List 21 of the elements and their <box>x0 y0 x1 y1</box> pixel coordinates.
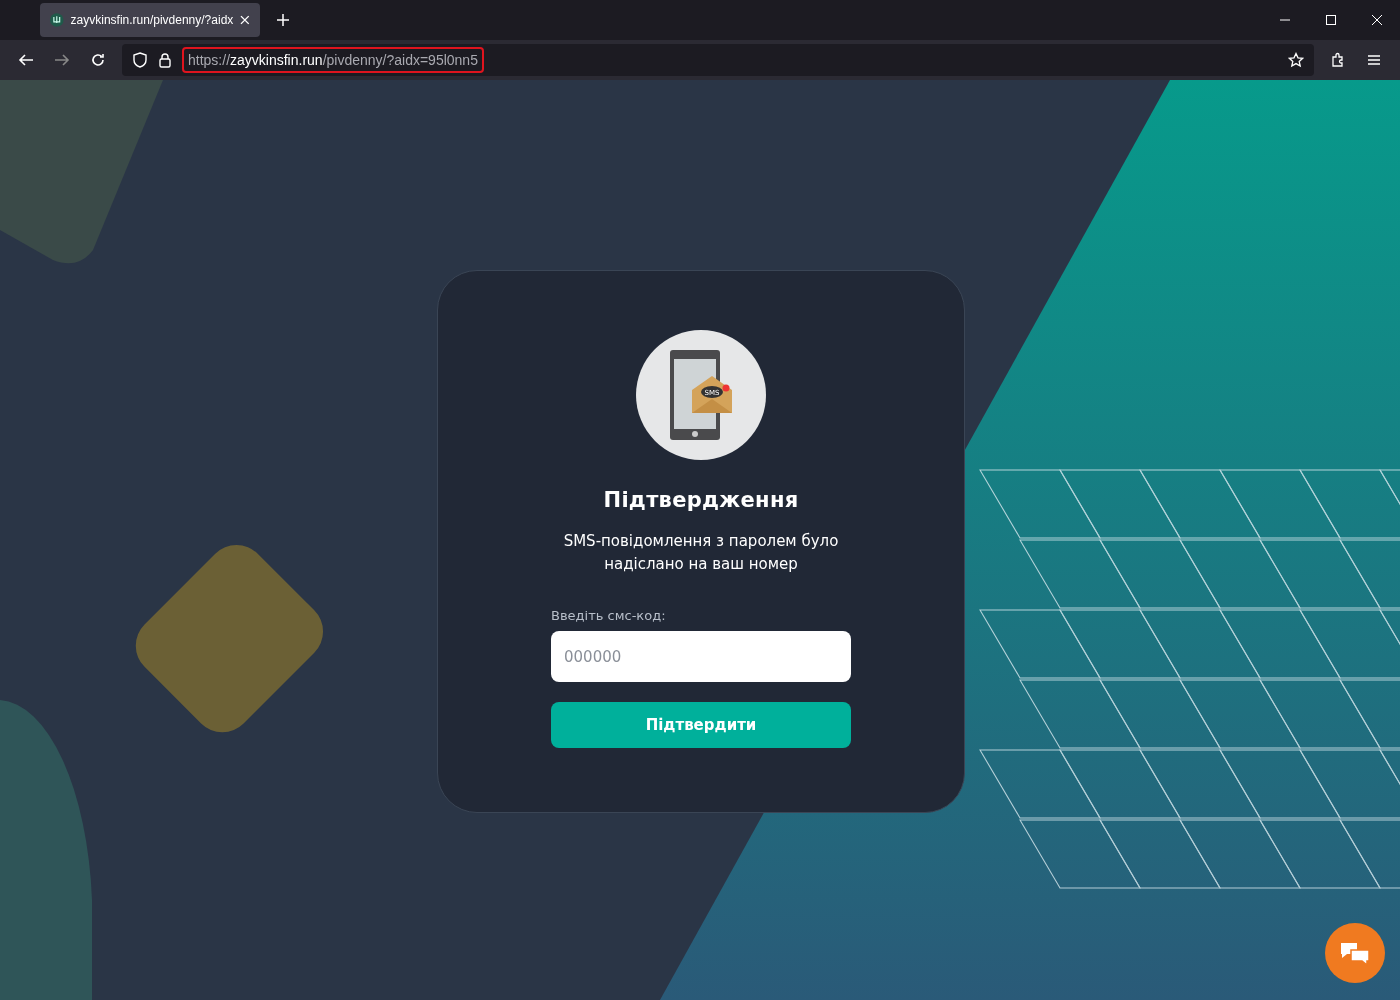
new-tab-icon[interactable] <box>276 13 290 27</box>
field-label: Введіть смс-код: <box>551 608 667 623</box>
close-icon[interactable] <box>1371 14 1383 26</box>
trident-icon <box>50 13 64 27</box>
star-icon[interactable] <box>1288 52 1304 68</box>
forward-arrow-icon[interactable] <box>54 52 70 68</box>
menu-icon[interactable] <box>1366 52 1382 68</box>
puzzle-icon[interactable] <box>1330 52 1346 68</box>
browser-tab[interactable]: zayvkinsfin.run/pivdenny/?aidx <box>40 3 260 37</box>
maximize-icon[interactable] <box>1325 14 1337 26</box>
tab-title: zayvkinsfin.run/pivdenny/?aidx <box>70 13 234 27</box>
shield-icon <box>132 52 148 68</box>
message-text: SMS-повідомлення з паролем було надіслано на ваш номер <box>562 531 840 575</box>
title: Підтвердження <box>603 488 799 512</box>
url-text: https://zayvkinsfin.run/pivdenny/?aidx=95l0nn5 <box>182 47 484 73</box>
reload-icon[interactable] <box>90 52 106 68</box>
back-arrow-icon[interactable] <box>18 52 34 68</box>
lock-icon <box>158 52 172 68</box>
sms-code-field[interactable]: 000000 <box>551 631 851 682</box>
address-bar[interactable]: https://zayvkinsfin.run/pivdenny/?aidx=95l0nn5 <box>122 44 1314 76</box>
close-icon[interactable] <box>240 15 250 25</box>
